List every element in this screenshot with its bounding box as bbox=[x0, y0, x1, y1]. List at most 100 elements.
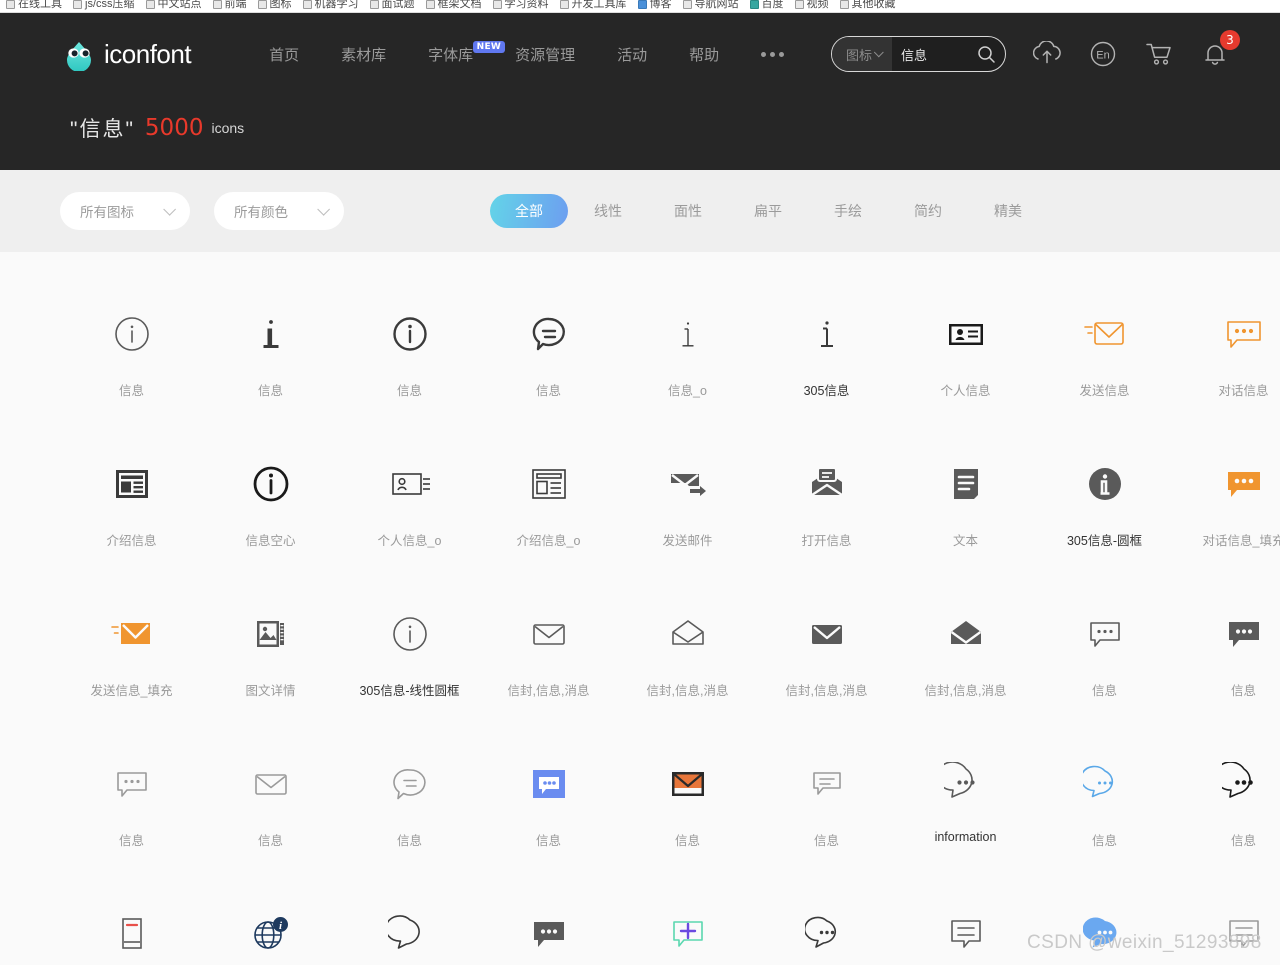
language-en-icon[interactable]: En bbox=[1088, 39, 1118, 69]
icon-label: 信息 bbox=[1091, 684, 1117, 698]
nav-item-1[interactable]: 素材库 bbox=[341, 44, 386, 65]
icon-cell[interactable]: 发送信息 bbox=[1035, 294, 1174, 443]
bookmark-item[interactable]: 前端 bbox=[212, 0, 247, 10]
style-tab-4[interactable]: 手绘 bbox=[834, 201, 862, 221]
search-input[interactable] bbox=[892, 46, 967, 62]
style-tab-5[interactable]: 简约 bbox=[914, 201, 942, 221]
icon-cell[interactable]: 信息 bbox=[201, 744, 340, 893]
icon-cell[interactable]: 信息_o bbox=[618, 294, 757, 443]
bookmark-item[interactable]: 导航网站 bbox=[682, 0, 739, 10]
bookmark-item[interactable]: 中文站点 bbox=[145, 0, 202, 10]
speech-bubble-dots-black-icon bbox=[1221, 754, 1266, 814]
icon-cell[interactable]: 个人信息 bbox=[896, 294, 1035, 443]
icon-cell[interactable]: 信息 bbox=[757, 894, 896, 965]
icon-cell[interactable]: message bbox=[479, 894, 618, 965]
ellipsis-icon[interactable] bbox=[761, 51, 785, 57]
favicon-icon bbox=[839, 0, 849, 9]
browser-bookmarks-bar[interactable]: 在线工具 js/css压缩 中文站点 前端 图标 机器学习 面试题 框架文档 学习资料 开发工具库… bbox=[0, 0, 1280, 13]
bell-icon[interactable]: 3 bbox=[1200, 30, 1240, 69]
icon-cell[interactable]: 信封,信息,消息 bbox=[618, 594, 757, 743]
chat-dots-outline-icon bbox=[1222, 304, 1266, 364]
icon-cell[interactable]: 信息 bbox=[1035, 894, 1174, 965]
icon-cell[interactable]: 信息 bbox=[1174, 894, 1280, 965]
bookmark-item[interactable]: 框架文档 bbox=[425, 0, 482, 10]
icon-cell[interactable]: 信息 bbox=[62, 744, 201, 893]
bookmark-item[interactable]: 视频 bbox=[794, 0, 829, 10]
icon-cell[interactable]: 文本 bbox=[896, 444, 1035, 593]
nav-item-5[interactable]: 帮助 bbox=[689, 44, 719, 65]
icon-label: 个人信息 bbox=[940, 384, 991, 398]
icon-cell[interactable]: 信息 bbox=[479, 744, 618, 893]
chevron-down-icon bbox=[163, 202, 176, 216]
filter-select-0[interactable]: 所有图标 bbox=[60, 192, 190, 230]
bookmark-item[interactable]: 面试题 bbox=[369, 0, 415, 10]
style-tab-1[interactable]: 线性 bbox=[594, 201, 622, 221]
icon-cell[interactable]: 305信息-圆框 bbox=[1035, 444, 1174, 593]
icon-cell[interactable]: 信息 bbox=[618, 744, 757, 893]
icon-cell[interactable]: 对话信息 bbox=[1174, 294, 1280, 443]
bookmark-item[interactable]: 学习资料 bbox=[492, 0, 549, 10]
icon-cell[interactable]: 介绍信息_o bbox=[479, 444, 618, 593]
bookmark-item[interactable]: 其他收藏 bbox=[839, 0, 896, 10]
logo[interactable]: iconfont bbox=[62, 37, 192, 72]
style-tab-2[interactable]: 面性 bbox=[674, 201, 702, 221]
bookmark-item[interactable]: js/css压缩 bbox=[73, 0, 135, 10]
icon-cell[interactable]: 信息 bbox=[1174, 594, 1280, 743]
bookmark-item[interactable]: 开发工具库 bbox=[559, 0, 627, 10]
icon-cell[interactable]: 信封,信息,消息 bbox=[896, 594, 1035, 743]
icon-cell[interactable]: 信息 bbox=[1174, 744, 1280, 893]
style-tab-0[interactable]: 全部 bbox=[490, 194, 568, 228]
nav-item-2[interactable]: 字体库 NEW bbox=[428, 40, 506, 65]
nav-item-3[interactable]: 资源管理 bbox=[515, 44, 575, 65]
speech-bubble-empty-outline-icon bbox=[387, 904, 432, 964]
document-lines-filled-icon bbox=[944, 454, 988, 514]
icon-cell[interactable]: information bbox=[896, 744, 1035, 893]
bookmark-item[interactable]: 在线工具 bbox=[6, 0, 62, 10]
icon-cell[interactable]: 发送信息_填充 bbox=[62, 594, 201, 743]
search-button[interactable] bbox=[967, 37, 1005, 71]
icon-cell[interactable]: 打开信息 bbox=[757, 444, 896, 593]
icon-cell[interactable]: 信封,信息,消息 bbox=[757, 594, 896, 743]
icon-cell[interactable]: 信息 bbox=[896, 894, 1035, 965]
icon-cell[interactable]: 信息 bbox=[340, 894, 479, 965]
icon-cell[interactable]: 个人信息_o bbox=[340, 444, 479, 593]
icon-cell[interactable]: 信封,信息,消息 bbox=[479, 594, 618, 743]
icon-cell[interactable]: i信息 bbox=[201, 894, 340, 965]
icon-cell[interactable]: 信息空心 bbox=[201, 444, 340, 593]
icon-cell[interactable]: 信息 bbox=[1035, 594, 1174, 743]
nav-item-4[interactable]: 活动 bbox=[617, 44, 647, 65]
icon-cell[interactable]: 信息 bbox=[757, 744, 896, 893]
icon-cell[interactable]: 信息 bbox=[62, 894, 201, 965]
style-tab-3[interactable]: 扁平 bbox=[754, 201, 782, 221]
icon-cell[interactable]: 305信息-线性圆框 bbox=[340, 594, 479, 743]
chat-square-dots-filled-icon bbox=[527, 904, 571, 964]
icon-cell[interactable]: 信息 bbox=[62, 294, 201, 443]
bookmark-item[interactable]: 博客 bbox=[637, 0, 672, 10]
filter-select-1[interactable]: 所有颜色 bbox=[214, 192, 344, 230]
icon-cell[interactable]: 信息 bbox=[618, 894, 757, 965]
icon-cell[interactable]: 信息 bbox=[479, 294, 618, 443]
search-query-text: "信息" bbox=[70, 117, 135, 141]
bookmark-item[interactable]: 图标 bbox=[257, 0, 292, 10]
search-box[interactable]: 图标 bbox=[831, 36, 1006, 72]
icon-cell[interactable]: 信息 bbox=[340, 294, 479, 443]
icon-cell[interactable]: 图文详情 bbox=[201, 594, 340, 743]
upload-icon[interactable] bbox=[1032, 39, 1062, 69]
bookmark-item[interactable]: 百度 bbox=[749, 0, 784, 10]
icon-cell[interactable]: 介绍信息 bbox=[62, 444, 201, 593]
icon-cell[interactable]: 信息 bbox=[1035, 744, 1174, 893]
nav-item-0[interactable]: 首页 bbox=[269, 44, 299, 65]
icon-cell[interactable]: 信息 bbox=[201, 294, 340, 443]
bookmark-item[interactable]: 机器学习 bbox=[302, 0, 359, 10]
icon-cell[interactable]: 发送邮件 bbox=[618, 444, 757, 593]
icon-label: 信息 bbox=[396, 834, 422, 848]
icon-cell[interactable]: 对话信息_填充 bbox=[1174, 444, 1280, 593]
search-type-label: 图标 bbox=[846, 47, 873, 63]
envelope-open-outline-icon bbox=[666, 604, 710, 664]
icon-cell[interactable]: 305信息 bbox=[757, 294, 896, 443]
bookmark-label: 导航网站 bbox=[694, 0, 739, 10]
cart-icon[interactable] bbox=[1144, 39, 1174, 69]
style-tab-6[interactable]: 精美 bbox=[994, 201, 1022, 221]
search-type-selector[interactable]: 图标 bbox=[832, 37, 893, 71]
icon-cell[interactable]: 信息 bbox=[340, 744, 479, 893]
